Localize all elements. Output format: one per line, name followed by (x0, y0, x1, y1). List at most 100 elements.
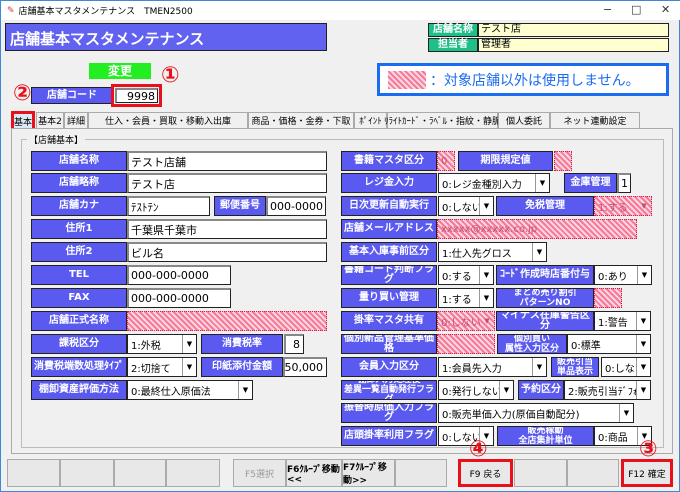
function-key-9[interactable]: F9 戻る (458, 459, 513, 487)
daily-select[interactable]: 0:しない ▼ (438, 196, 494, 216)
weigh-select[interactable]: 1:する ▼ (438, 288, 494, 308)
annotation-3: ③ (639, 437, 658, 462)
zip-input[interactable]: 000-0000 (266, 196, 326, 216)
function-key-6[interactable]: F6ｸﾙｰﾌﾟ移動<< (286, 459, 342, 487)
formal-input[interactable] (127, 311, 327, 331)
chevron-down-icon[interactable]: ▼ (480, 312, 494, 330)
stamp-input[interactable]: 50,000 (283, 357, 327, 377)
dutyfree-select[interactable]: 1:する ▼ (594, 196, 652, 216)
tab-7[interactable]: 個人委託 (498, 112, 550, 128)
annotation-1: ① (161, 63, 180, 88)
book-label: 書籍マスタ区分 (341, 151, 437, 171)
function-key-8[interactable] (395, 459, 447, 487)
chevron-down-icon[interactable]: ▼ (479, 266, 493, 284)
chevron-down-icon[interactable]: ▼ (637, 266, 651, 284)
function-key-2[interactable] (60, 459, 114, 487)
alloc-select[interactable]: 0:しない ▼ (601, 357, 651, 377)
chevron-down-icon[interactable]: ▼ (238, 381, 252, 399)
function-key-11[interactable] (567, 459, 619, 487)
function-key-3[interactable] (114, 459, 166, 487)
dutyfree-text: 免税管理 (525, 200, 565, 211)
function-key-1[interactable] (7, 459, 60, 487)
tab-1[interactable]: 基本2 (36, 112, 64, 128)
tab-8[interactable]: ネット連動設定 (550, 112, 640, 128)
chevron-down-icon[interactable]: ▼ (619, 404, 633, 422)
reserve-select[interactable]: 2:販売引当ﾃﾞﾌｫﾙﾄ ▼ (564, 380, 651, 400)
function-key-12[interactable]: F12 確定 (621, 459, 673, 487)
minimize-button[interactable]: − (603, 3, 612, 16)
member-text: 1:会員先入力 (442, 363, 502, 375)
book-input[interactable]: 0 (437, 151, 455, 171)
kana-input[interactable]: ﾃｽﾄﾃﾝ (127, 196, 210, 216)
function-key-10[interactable] (514, 459, 567, 487)
mail-text: 店舗メールアドレス (344, 223, 434, 234)
annotation-2: ② (13, 81, 32, 106)
chevron-down-icon[interactable]: ▼ (535, 174, 549, 192)
close-button[interactable]: ✕ (661, 3, 670, 16)
fax-input[interactable]: 000-000-0000 (127, 288, 231, 308)
chevron-down-icon[interactable]: ▼ (499, 381, 513, 399)
transfer-select[interactable]: 0:販売単価入力(原価自動配分) ▼ (438, 403, 634, 423)
round-select[interactable]: 2:切捨て ▼ (127, 357, 197, 377)
addr1-input[interactable]: 千葉県千葉市 (127, 219, 327, 239)
chevron-down-icon[interactable]: ▼ (532, 243, 546, 261)
chevron-down-icon[interactable]: ▼ (636, 381, 650, 399)
taxrate-text: 消費税率 (222, 338, 262, 349)
reg-text: 0:レジ金種別入力 (442, 179, 522, 191)
bundle-input[interactable] (594, 288, 622, 308)
mode-badge: 変更 (89, 63, 151, 79)
mail-input[interactable]: xxxxx@xxxxx.co.jp (437, 219, 637, 239)
function-key-5[interactable]: F5選択 (233, 459, 286, 487)
function-key-4[interactable] (166, 459, 220, 487)
safe-input[interactable]: 1 (617, 173, 631, 193)
tab-4[interactable]: 商品・価格・金券・下取 (248, 112, 354, 128)
bookcode-select[interactable]: 0:する ▼ (438, 265, 494, 285)
short-input[interactable]: テスト店 (127, 173, 327, 193)
taxkbn-select[interactable]: 1:外税 ▼ (127, 334, 197, 354)
store-code-input[interactable]: 9998 (115, 88, 158, 103)
addr2-input[interactable]: ビル名 (127, 242, 327, 262)
tab-5[interactable]: ﾎﾟｲﾝﾄ (354, 112, 387, 128)
tab-3[interactable]: 仕入・会員・買取・移動入出庫 (88, 112, 248, 128)
stock-select[interactable]: 1:仕入先グロス ▼ (438, 242, 547, 262)
chevron-down-icon[interactable]: ▼ (182, 335, 196, 353)
transfer-text: 0:販売単価入力(原価自動配分) (442, 409, 580, 421)
name-label: 店舗名称 (31, 151, 127, 171)
round-text: 消費税端数処理ﾀｲﾌﾟ (34, 361, 124, 372)
member-text: 会員入力区分 (359, 361, 419, 372)
tab-6[interactable]: ﾘﾗｲﾄｶｰﾄﾞ・ﾗﾍﾞﾙ・指紋・静脈 (384, 112, 501, 128)
chevron-down-icon[interactable]: ▼ (636, 358, 650, 376)
reg-select[interactable]: 0:レジ金種別入力 ▼ (438, 173, 550, 193)
member-select[interactable]: 1:会員先入力 ▼ (438, 357, 547, 377)
indiv-label: 個別新品管理基準価格 (341, 334, 437, 354)
notice-text: ：対象店舗以外は使用しません。 (430, 72, 640, 89)
chevron-down-icon[interactable]: ▼ (637, 197, 651, 215)
chevron-down-icon[interactable]: ▼ (636, 312, 650, 330)
chevron-down-icon[interactable]: ▼ (182, 358, 196, 376)
rate-select[interactable]: 0:しない ▼ (437, 311, 495, 331)
codegen-select[interactable]: 0:あり ▼ (594, 265, 652, 285)
maximize-button[interactable]: □ (631, 3, 641, 16)
store-code-label: 店舗コード (31, 87, 113, 104)
stock-label: 基本入庫事前区分 (341, 242, 437, 262)
addr1-text: 住所1 (65, 223, 93, 234)
taxkbn-label: 課税区分 (31, 334, 127, 354)
name-input[interactable]: テスト店舗 (127, 151, 327, 171)
tab-2[interactable]: 詳細 (64, 112, 88, 128)
kana-text: 店舗カナ (59, 200, 99, 211)
indiv-input[interactable] (437, 334, 495, 354)
taxrate-input[interactable]: 8 (284, 334, 304, 354)
chevron-down-icon[interactable]: ▼ (532, 358, 546, 376)
tel-input[interactable]: 000-000-0000 (127, 265, 231, 285)
chevron-down-icon[interactable]: ▼ (636, 335, 650, 353)
indivbuy-select[interactable]: 0:標準 ▼ (567, 334, 651, 354)
chevron-down-icon[interactable]: ▼ (479, 289, 493, 307)
minus-select[interactable]: 1:警告 ▼ (594, 311, 651, 331)
limit-input[interactable] (554, 151, 572, 171)
function-key-7[interactable]: F7ｸﾙｰﾌﾟ移動>> (342, 459, 395, 487)
zip-text: 郵便番号 (220, 200, 260, 211)
invproc-select[interactable]: 0:発行しない ▼ (438, 380, 514, 400)
inv-select[interactable]: 0:最終仕入原価法 ▼ (127, 380, 253, 400)
limit-label: 期限規定値 (458, 151, 553, 171)
chevron-down-icon[interactable]: ▼ (479, 197, 493, 215)
